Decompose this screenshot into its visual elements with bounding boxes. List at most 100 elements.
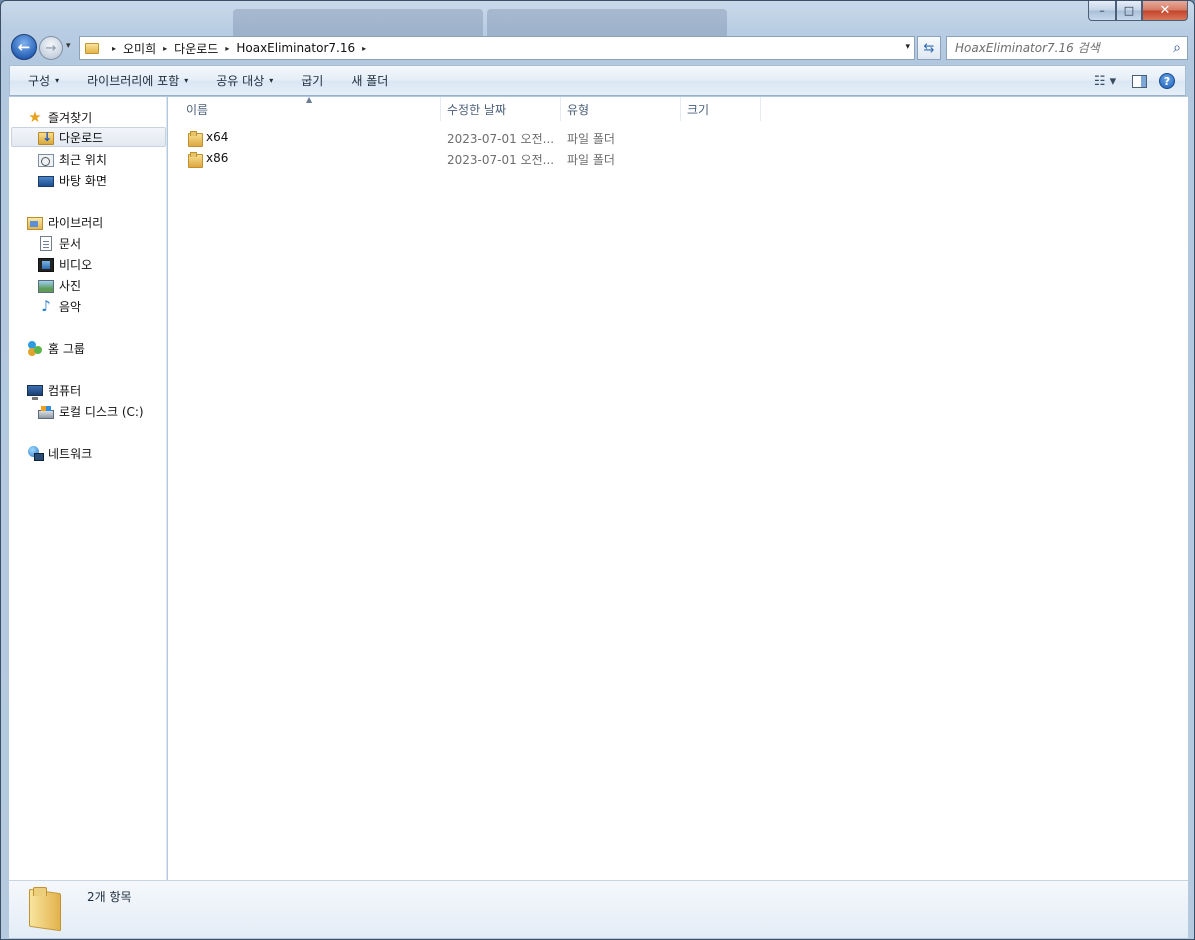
dropdown-arrow-icon: ▾ [269,76,274,85]
minimize-button[interactable]: – [1088,1,1116,21]
nav-item-label: 음악 [59,299,82,314]
nav-computer[interactable]: 컴퓨터 [27,380,81,400]
column-header-name[interactable]: 이름 ▲ [180,95,441,121]
nav-homegroup[interactable]: 홈 그룹 [27,338,85,358]
column-header-type[interactable]: 유형 [561,97,681,121]
column-header-size[interactable]: 크기 [681,97,761,121]
breadcrumb-user[interactable]: 오미희 [123,40,156,57]
close-button[interactable]: ✕ [1142,1,1188,21]
column-date-label: 수정한 날짜 [447,102,507,117]
caption-buttons: – □ ✕ [1088,1,1188,21]
nav-favorites[interactable]: ★ 즐겨찾기 [27,107,92,127]
address-bar[interactable]: ▸ 오미희 ▸ 다운로드 ▸ HoaxEliminator7.16 ▸ ▾ [79,36,915,60]
desktop-icon [38,176,54,187]
network-icon [27,445,44,461]
nav-item-pictures[interactable]: 사진 [38,275,81,295]
nav-item-videos[interactable]: 비디오 [38,254,92,274]
search-input[interactable] [955,41,1165,55]
recent-pages-dropdown[interactable]: ▾ [66,41,71,51]
column-header-row: 이름 ▲ 수정한 날짜 유형 크기 [168,95,1188,121]
organize-label: 구성 [28,74,51,88]
file-type: 파일 폴더 [567,132,615,146]
change-view-button[interactable]: ☷ ▾ [1085,69,1125,93]
file-type: 파일 폴더 [567,153,615,167]
breadcrumb-chevron-icon[interactable]: ▸ [362,44,366,53]
nav-item-label: 바탕 화면 [59,173,107,188]
command-bar: 구성 ▾ 라이브러리에 포함 ▾ 공유 대상 ▾ 굽기 새 폴더 ☷ ▾ ? [9,65,1186,96]
nav-computer-label: 컴퓨터 [48,383,82,398]
preview-pane-icon [1131,74,1147,88]
forward-button[interactable]: → [39,36,63,60]
document-icon [40,235,52,251]
computer-icon [27,385,43,400]
column-header-date-modified[interactable]: 수정한 날짜 [441,97,561,121]
nav-item-label: 로컬 디스크 (C:) [59,404,144,419]
nav-network-label: 네트워크 [48,446,93,461]
preview-pane-button[interactable] [1125,69,1153,93]
folder-icon [188,152,203,168]
address-dropdown-icon[interactable]: ▾ [905,42,910,52]
nav-item-recent-places[interactable]: 최근 위치 [38,149,107,169]
file-name: x64 [206,130,229,144]
new-folder-button[interactable]: 새 폴더 [341,69,398,93]
nav-network[interactable]: 네트워크 [27,443,92,463]
nav-item-label: 문서 [59,236,82,251]
nav-item-documents[interactable]: 문서 [38,233,81,253]
picture-icon [38,279,54,293]
new-folder-label: 새 폴더 [351,74,389,88]
nav-item-music[interactable]: ♪ 음악 [38,296,81,316]
view-list-icon: ☷ ▾ [1093,73,1117,89]
nav-item-desktop[interactable]: 바탕 화면 [38,170,107,190]
file-row[interactable]: x86 2023-07-01 오전... 파일 폴더 [168,149,768,169]
arrow-left-icon: ← [17,38,31,56]
column-name-label: 이름 [186,102,209,117]
nav-item-label: 사진 [59,278,82,293]
folder-large-icon [29,887,63,927]
organize-button[interactable]: 구성 ▾ [18,69,69,93]
file-list[interactable]: 이름 ▲ 수정한 날짜 유형 크기 x64 2023-07-01 오전... 파… [168,95,1188,880]
video-icon [38,257,54,272]
search-icon[interactable]: ⌕ [1173,40,1181,56]
navigation-bar: ← → ▾ ▸ 오미희 ▸ 다운로드 ▸ HoaxEliminator7.16 … [9,33,1188,61]
arrow-right-icon: → [45,40,57,56]
nav-libraries-label: 라이브러리 [48,215,104,230]
nav-item-downloads[interactable]: 다운로드 [11,127,166,147]
column-type-label: 유형 [567,102,590,117]
nav-item-label: 다운로드 [59,130,104,145]
include-in-library-button[interactable]: 라이브러리에 포함 ▾ [77,69,198,93]
music-note-icon: ♪ [41,297,51,315]
breadcrumb-chevron-icon[interactable]: ▸ [225,44,229,53]
burn-button[interactable]: 굽기 [291,69,333,93]
maximize-button[interactable]: □ [1116,1,1142,21]
breadcrumb-chevron-icon[interactable]: ▸ [163,44,167,53]
explorer-window: – □ ✕ ← → ▾ ▸ 오미희 ▸ 다운로드 ▸ HoaxEliminato… [0,0,1195,940]
include-library-label: 라이브러리에 포함 [87,74,180,88]
nav-libraries[interactable]: 라이브러리 [27,212,103,232]
breadcrumb-downloads[interactable]: 다운로드 [174,40,218,57]
help-icon: ? [1159,73,1175,89]
breadcrumb-chevron-icon[interactable]: ▸ [112,44,116,53]
back-button[interactable]: ← [11,34,37,60]
downloads-folder-icon [38,130,54,145]
star-icon: ★ [28,108,42,126]
nav-item-local-disk-c[interactable]: 로컬 디스크 (C:) [38,401,144,421]
nav-item-label: 최근 위치 [59,152,107,167]
search-box[interactable]: ⌕ [946,36,1188,60]
toolbar-right: ☷ ▾ ? [1085,69,1181,93]
recent-places-icon [38,153,54,167]
homegroup-icon [27,340,43,356]
breadcrumb-current-folder[interactable]: HoaxEliminator7.16 [236,41,355,55]
help-button[interactable]: ? [1153,69,1181,93]
folder-icon [188,131,203,147]
column-size-label: 크기 [687,102,710,117]
navigation-pane: ★ 즐겨찾기 다운로드 최근 위치 바탕 화면 라이브러리 문서 비디오 [9,97,167,880]
folder-icon [85,42,99,54]
item-count: 2개 항목 [87,890,132,904]
nav-favorites-label: 즐겨찾기 [48,110,93,125]
file-row[interactable]: x64 2023-07-01 오전... 파일 폴더 [168,128,768,148]
share-label: 공유 대상 [216,74,265,88]
share-with-button[interactable]: 공유 대상 ▾ [206,69,283,93]
refresh-button[interactable]: ⇆ [917,36,941,60]
dropdown-arrow-icon: ▾ [184,76,189,85]
burn-label: 굽기 [301,74,324,88]
